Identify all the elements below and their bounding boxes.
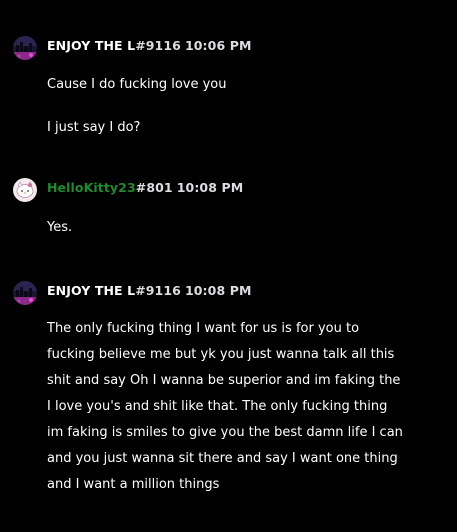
message-text-line: and I want a million things: [47, 477, 220, 492]
message-header: ENJOY THE L#9116 10:08 PM: [47, 283, 252, 299]
night-city-avatar-icon[interactable]: [13, 281, 37, 305]
message-text-line: and you just wanna sit there and say I w…: [47, 451, 398, 466]
username[interactable]: ENJOY THE L: [47, 283, 135, 298]
message-text: Cause I do fucking love you: [47, 77, 227, 92]
message-text-line: I love you's and shit like that. The onl…: [47, 399, 388, 414]
night-city-avatar-icon[interactable]: [13, 36, 37, 60]
message-timestamp: 10:08 PM: [176, 180, 244, 195]
message-header: ENJOY THE L#9116 10:06 PM: [47, 38, 252, 54]
user-discriminator: #801: [135, 180, 173, 195]
message-text-line: The only fucking thing I want for us is …: [47, 321, 360, 336]
message-text-line: fucking believe me but yk you just wanna…: [47, 347, 395, 362]
chat-message-list: ENJOY THE L#9116 10:06 PM Cause I do fuck…: [0, 0, 457, 532]
user-discriminator: #9116: [135, 38, 181, 53]
message-header: HelloKitty23#801 10:08 PM: [47, 180, 243, 196]
message-timestamp: 10:08 PM: [184, 283, 252, 298]
message-text: I just say I do?: [47, 120, 141, 135]
user-discriminator: #9116: [135, 283, 181, 298]
message-timestamp: 10:06 PM: [184, 38, 252, 53]
message-text-line: im faking is smiles to give you the best…: [47, 425, 403, 440]
username[interactable]: HelloKitty23: [47, 180, 136, 195]
message-text-line: shit and say Oh I wanna be superior and …: [47, 373, 401, 388]
message-text: Yes.: [47, 220, 73, 235]
username[interactable]: ENJOY THE L: [47, 38, 135, 53]
hello-kitty-avatar-icon[interactable]: [13, 178, 37, 202]
message-text: The only fucking thing I want for us is …: [47, 316, 442, 498]
